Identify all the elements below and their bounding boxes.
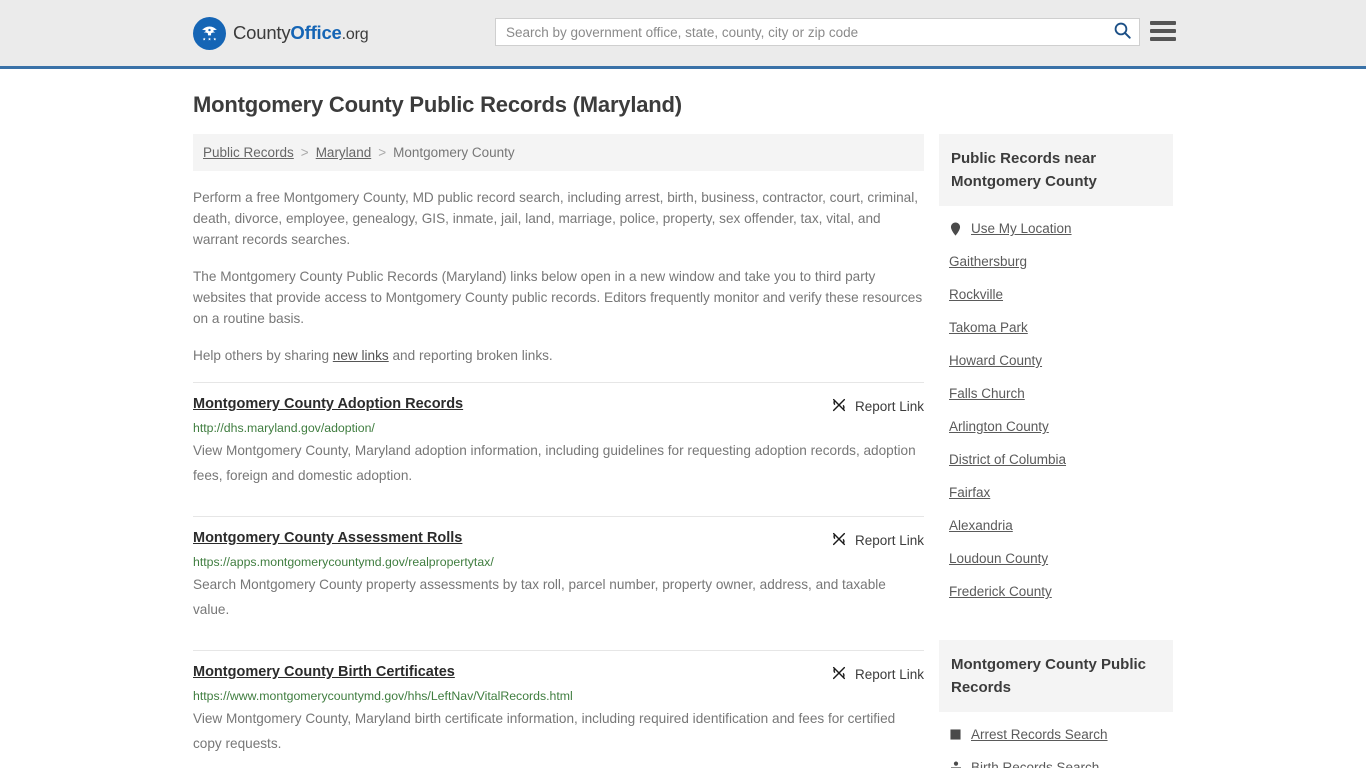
broken-link-icon	[831, 397, 847, 416]
listing-item: Montgomery County Birth Certificates Rep…	[193, 650, 924, 768]
report-link-button[interactable]: Report Link	[831, 664, 924, 684]
record-search-link[interactable]: Birth Records Search	[971, 760, 1099, 768]
listing-title-link[interactable]: Montgomery County Assessment Rolls	[193, 530, 462, 546]
sidebar-item-arrest-records-search[interactable]: Arrest Records Search	[939, 718, 1173, 751]
listing-url: https://www.montgomerycountymd.gov/hhs/L…	[193, 689, 573, 703]
nearby-place-link[interactable]: Frederick County	[949, 584, 1052, 599]
listing-url: https://apps.montgomerycountymd.gov/real…	[193, 555, 494, 569]
nearby-place-link[interactable]: Howard County	[949, 353, 1042, 368]
report-link-button[interactable]: Report Link	[831, 530, 924, 550]
sidebar-item-use-my-location[interactable]: Use My Location	[939, 212, 1173, 245]
breadcrumb-item-maryland[interactable]: Maryland	[316, 145, 372, 160]
square-badge-icon	[949, 729, 962, 740]
nearby-place-link[interactable]: Takoma Park	[949, 320, 1028, 335]
breadcrumb-separator: >	[378, 145, 387, 160]
report-link-label: Report Link	[854, 667, 924, 682]
intro-paragraph-1: Perform a free Montgomery County, MD pub…	[193, 190, 919, 247]
sidebar-item-frederick-county[interactable]: Frederick County	[939, 575, 1173, 608]
hamburger-bar-2	[1150, 29, 1176, 33]
sidebar: Public Records near Montgomery County Us…	[939, 134, 1173, 768]
nearby-panel-title: Public Records near Montgomery County	[939, 134, 1173, 206]
listing-description: Search Montgomery County property assess…	[193, 577, 886, 617]
eagle-seal-icon	[193, 16, 226, 50]
sidebar-item-falls-church[interactable]: Falls Church	[939, 377, 1173, 410]
sidebar-item-arlington-county[interactable]: Arlington County	[939, 410, 1173, 443]
report-link-label: Report Link	[854, 533, 924, 548]
new-links-link[interactable]: new links	[333, 348, 389, 363]
record-search-link[interactable]: Arrest Records Search	[971, 727, 1108, 742]
sidebar-item-alexandria[interactable]: Alexandria	[939, 509, 1173, 542]
map-pin-icon	[949, 221, 962, 236]
listing-item: Montgomery County Assessment Rolls Repor…	[193, 516, 924, 634]
sidebar-item-fairfax[interactable]: Fairfax	[939, 476, 1173, 509]
help-suffix: and reporting broken links.	[388, 348, 553, 363]
hamburger-bar-3	[1150, 37, 1176, 41]
nearby-place-link[interactable]: Loudoun County	[949, 551, 1048, 566]
sidebar-item-takoma-park[interactable]: Takoma Park	[939, 311, 1173, 344]
use-my-location-link[interactable]: Use My Location	[971, 221, 1072, 236]
sidebar-item-gaithersburg[interactable]: Gaithersburg	[939, 245, 1173, 278]
listing-description: View Montgomery County, Maryland birth c…	[193, 711, 896, 751]
listing-title-link[interactable]: Montgomery County Birth Certificates	[193, 664, 455, 680]
listing-item: Montgomery County Adoption Records Repor…	[193, 382, 924, 500]
broken-link-icon	[831, 665, 847, 684]
nearby-place-link[interactable]: Alexandria	[949, 518, 1013, 533]
search-input[interactable]	[496, 19, 1105, 45]
search-bar[interactable]	[495, 18, 1140, 46]
breadcrumb: Public Records > Maryland > Montgomery C…	[193, 134, 924, 171]
search-icon	[1113, 21, 1132, 43]
baby-icon	[949, 761, 962, 768]
logo-text: CountyOffice.org	[233, 22, 369, 44]
listing-header: Montgomery County Assessment Rolls Repor…	[193, 530, 924, 550]
help-prefix: Help others by sharing	[193, 348, 333, 363]
content-columns: Public Records > Maryland > Montgomery C…	[193, 134, 1173, 768]
help-share-line: Help others by sharing new links and rep…	[193, 345, 924, 366]
logo-text-county: County	[233, 22, 291, 43]
sidebar-item-district-of-columbia[interactable]: District of Columbia	[939, 443, 1173, 476]
listing-description: View Montgomery County, Maryland adoptio…	[193, 443, 916, 483]
listing-header: Montgomery County Birth Certificates Rep…	[193, 664, 924, 684]
report-link-button[interactable]: Report Link	[831, 396, 924, 416]
nearby-place-link[interactable]: Fairfax	[949, 485, 990, 500]
broken-link-icon	[831, 531, 847, 550]
sidebar-item-loudoun-county[interactable]: Loudoun County	[939, 542, 1173, 575]
nearby-list: Use My Location Gaithersburg Rockville T…	[939, 212, 1173, 608]
sidebar-item-rockville[interactable]: Rockville	[939, 278, 1173, 311]
listing-url: http://dhs.maryland.gov/adoption/	[193, 421, 375, 435]
main-column: Public Records > Maryland > Montgomery C…	[193, 134, 924, 768]
page-title: Montgomery County Public Records (Maryla…	[193, 92, 682, 117]
hamburger-menu-icon[interactable]	[1150, 18, 1176, 44]
report-link-label: Report Link	[854, 399, 924, 414]
page-container: Montgomery County Public Records (Maryla…	[0, 92, 1366, 768]
logo-text-office: Office	[290, 22, 342, 43]
site-header: CountyOffice.org	[0, 0, 1366, 69]
records-panel-title: Montgomery County Public Records	[939, 640, 1173, 712]
sidebar-item-birth-records-search[interactable]: Birth Records Search	[939, 751, 1173, 768]
listing-title-link[interactable]: Montgomery County Adoption Records	[193, 396, 463, 412]
breadcrumb-item-public-records[interactable]: Public Records	[203, 145, 294, 160]
site-logo[interactable]: CountyOffice.org	[193, 16, 369, 50]
records-list: Arrest Records Search Birth Records Sear…	[939, 718, 1173, 768]
listing-header: Montgomery County Adoption Records Repor…	[193, 396, 924, 416]
intro-paragraph-2: The Montgomery County Public Records (Ma…	[193, 269, 923, 326]
nearby-place-link[interactable]: Falls Church	[949, 386, 1025, 401]
logo-text-org: .org	[341, 26, 369, 43]
sidebar-item-howard-county[interactable]: Howard County	[939, 344, 1173, 377]
intro-section: Perform a free Montgomery County, MD pub…	[193, 187, 924, 366]
nearby-place-link[interactable]: District of Columbia	[949, 452, 1066, 467]
nearby-place-link[interactable]: Gaithersburg	[949, 254, 1027, 269]
breadcrumb-separator: >	[300, 145, 309, 160]
search-button[interactable]	[1105, 19, 1139, 45]
nearby-place-link[interactable]: Rockville	[949, 287, 1003, 302]
nearby-place-link[interactable]: Arlington County	[949, 419, 1049, 434]
hamburger-bar-1	[1150, 21, 1176, 25]
breadcrumb-item-current: Montgomery County	[393, 145, 515, 160]
